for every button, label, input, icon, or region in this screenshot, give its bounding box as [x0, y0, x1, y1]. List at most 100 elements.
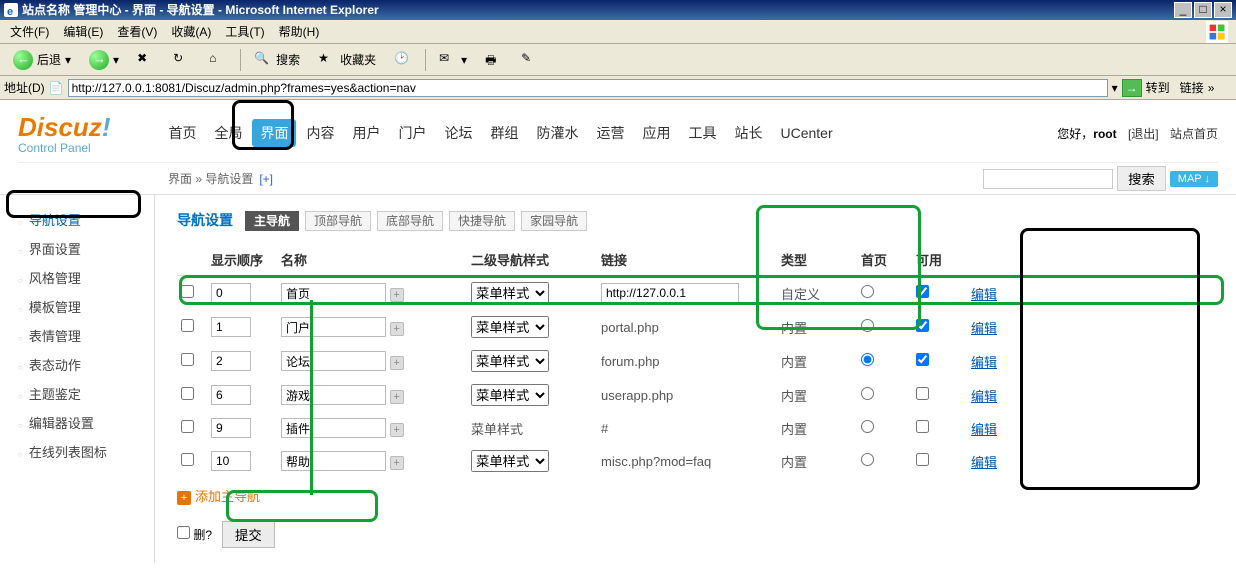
enabled-checkbox[interactable] — [916, 285, 929, 298]
sidebar-item[interactable]: 模板管理 — [0, 292, 154, 321]
menu-tools[interactable]: 工具(T) — [219, 21, 270, 42]
main-nav-item[interactable]: UCenter — [772, 121, 840, 145]
main-nav-item[interactable]: 群组 — [482, 119, 526, 147]
tab-item[interactable]: 底部导航 — [377, 211, 443, 231]
map-button[interactable]: MAP ↓ — [1170, 171, 1218, 187]
go-button[interactable]: → — [1122, 79, 1142, 97]
expand-icon[interactable]: + — [390, 423, 404, 437]
style-select[interactable]: 菜单样式 — [471, 350, 549, 372]
delete-checkbox-label[interactable]: 删? — [177, 526, 212, 543]
sidebar-item[interactable]: 界面设置 — [0, 234, 154, 263]
row-checkbox[interactable] — [181, 387, 194, 400]
site-home-link[interactable]: 站点首页 — [1170, 127, 1218, 141]
main-nav-item[interactable]: 用户 — [344, 119, 388, 147]
mail-button[interactable]: ✉▾ — [432, 48, 474, 72]
name-input[interactable] — [281, 351, 386, 371]
expand-icon[interactable]: + — [390, 322, 404, 336]
order-input[interactable] — [211, 385, 251, 405]
main-nav-item[interactable]: 工具 — [680, 119, 724, 147]
tab-item[interactable]: 顶部导航 — [305, 211, 371, 231]
expand-icon[interactable]: + — [390, 390, 404, 404]
main-nav-item[interactable]: 全局 — [206, 119, 250, 147]
name-input[interactable] — [281, 283, 386, 303]
add-nav-button[interactable]: +添加主导航 — [177, 478, 1214, 513]
row-checkbox[interactable] — [181, 285, 194, 298]
edit-button[interactable]: ✎ — [514, 48, 546, 72]
edit-link[interactable]: 编辑 — [971, 455, 997, 470]
enabled-checkbox[interactable] — [916, 387, 929, 400]
row-checkbox[interactable] — [181, 353, 194, 366]
breadcrumb-plus[interactable]: [+] — [259, 172, 273, 186]
menu-favorites[interactable]: 收藏(A) — [165, 21, 217, 42]
close-button[interactable]: × — [1214, 2, 1232, 18]
favorites-button[interactable]: ★收藏夹 — [311, 48, 383, 72]
admin-search-input[interactable] — [983, 169, 1113, 189]
maximize-button[interactable]: □ — [1194, 2, 1212, 18]
order-input[interactable] — [211, 418, 251, 438]
sidebar-item[interactable]: 在线列表图标 — [0, 437, 154, 466]
sidebar-item[interactable]: 表情管理 — [0, 321, 154, 350]
style-select[interactable]: 菜单样式 — [471, 450, 549, 472]
sidebar-item[interactable]: 导航设置 — [0, 205, 154, 234]
main-nav-item[interactable]: 防灌水 — [528, 119, 586, 147]
expand-icon[interactable]: + — [390, 288, 404, 302]
expand-icon[interactable]: + — [390, 356, 404, 370]
home-radio[interactable] — [861, 387, 874, 400]
enabled-checkbox[interactable] — [916, 353, 929, 366]
name-input[interactable] — [281, 418, 386, 438]
edit-link[interactable]: 编辑 — [971, 389, 997, 404]
forward-button[interactable]: ▾ — [82, 47, 126, 73]
edit-link[interactable]: 编辑 — [971, 422, 997, 437]
home-radio[interactable] — [861, 453, 874, 466]
main-nav-item[interactable]: 首页 — [160, 119, 204, 147]
home-radio[interactable] — [861, 353, 874, 366]
sidebar-item[interactable]: 编辑器设置 — [0, 408, 154, 437]
submit-button[interactable]: 提交 — [222, 521, 275, 548]
menu-edit[interactable]: 编辑(E) — [57, 21, 109, 42]
link-input[interactable] — [601, 283, 739, 303]
delete-checkbox[interactable] — [177, 526, 190, 539]
order-input[interactable] — [211, 317, 251, 337]
tab-item[interactable]: 主导航 — [245, 211, 299, 231]
refresh-button[interactable]: ↻ — [166, 48, 198, 72]
main-nav-item[interactable]: 界面 — [252, 119, 296, 147]
history-button[interactable]: 🕑 — [387, 48, 419, 72]
main-nav-item[interactable]: 应用 — [634, 119, 678, 147]
enabled-checkbox[interactable] — [916, 420, 929, 433]
order-input[interactable] — [211, 283, 251, 303]
home-radio[interactable] — [861, 420, 874, 433]
menu-help[interactable]: 帮助(H) — [273, 21, 326, 42]
style-select[interactable]: 菜单样式 — [471, 316, 549, 338]
main-nav-item[interactable]: 运营 — [588, 119, 632, 147]
sidebar-item[interactable]: 风格管理 — [0, 263, 154, 292]
name-input[interactable] — [281, 385, 386, 405]
menu-file[interactable]: 文件(F) — [4, 21, 55, 42]
links-label[interactable]: 链接 — [1180, 79, 1204, 96]
row-checkbox[interactable] — [181, 420, 194, 433]
name-input[interactable] — [281, 317, 386, 337]
address-input[interactable] — [68, 79, 1108, 97]
row-checkbox[interactable] — [181, 319, 194, 332]
chevron-right-icon[interactable]: » — [1208, 81, 1215, 95]
main-nav-item[interactable]: 门户 — [390, 119, 434, 147]
enabled-checkbox[interactable] — [916, 453, 929, 466]
style-select[interactable]: 菜单样式 — [471, 384, 549, 406]
menu-view[interactable]: 查看(V) — [111, 21, 163, 42]
back-button[interactable]: 后退 ▾ — [6, 47, 78, 73]
main-nav-item[interactable]: 论坛 — [436, 119, 480, 147]
dropdown-icon[interactable]: ▾ — [1112, 81, 1118, 95]
admin-search-button[interactable]: 搜索 — [1117, 166, 1166, 191]
home-button[interactable]: ⌂ — [202, 48, 234, 72]
stop-button[interactable]: ✖ — [130, 48, 162, 72]
style-select[interactable]: 菜单样式 — [471, 282, 549, 304]
main-nav-item[interactable]: 内容 — [298, 119, 342, 147]
row-checkbox[interactable] — [181, 453, 194, 466]
sidebar-item[interactable]: 表态动作 — [0, 350, 154, 379]
edit-link[interactable]: 编辑 — [971, 355, 997, 370]
name-input[interactable] — [281, 451, 386, 471]
order-input[interactable] — [211, 451, 251, 471]
print-button[interactable]: 🖶 — [478, 48, 510, 72]
order-input[interactable] — [211, 351, 251, 371]
enabled-checkbox[interactable] — [916, 319, 929, 332]
edit-link[interactable]: 编辑 — [971, 287, 997, 302]
